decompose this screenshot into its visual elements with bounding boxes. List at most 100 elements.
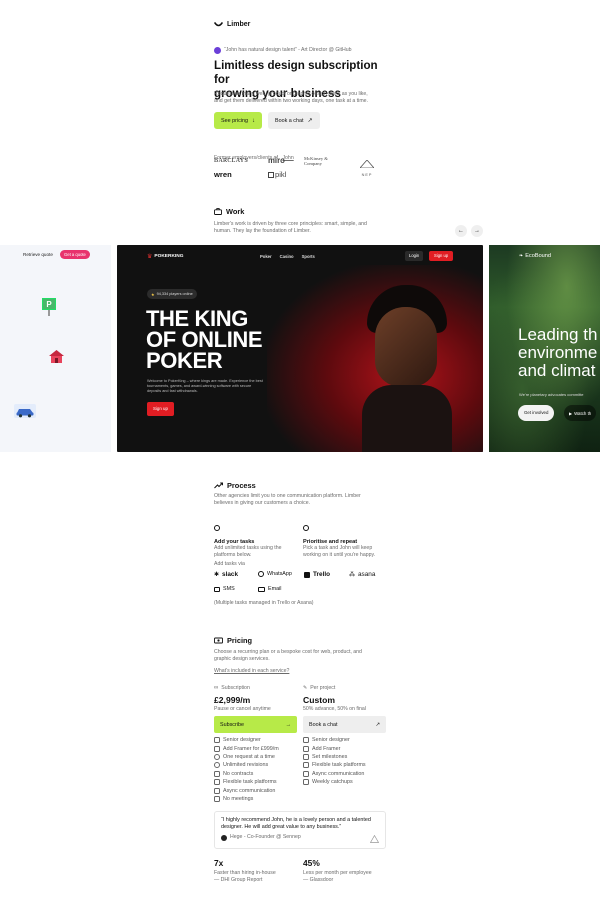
- clock-icon: [214, 525, 220, 531]
- pokerking-body: Welcome to PokerKing – where kings are m…: [147, 379, 263, 394]
- sennep-logo-icon: [370, 835, 379, 843]
- feature-item: Weekly catchups: [303, 778, 389, 786]
- feature-item: Async communication: [303, 770, 389, 778]
- house-illustration-icon: [48, 348, 65, 370]
- infinity-icon: ∞: [214, 685, 219, 691]
- process-step-1: Add your tasks Add unlimited tasks using…: [214, 518, 299, 559]
- eye-icon: [303, 737, 309, 744]
- ecobound-headline: Leading th environme and climat: [518, 325, 598, 380]
- pokerking-portrait: [347, 285, 467, 452]
- tool-slack: ✱ slack: [214, 571, 239, 578]
- logo-wren: wren: [214, 170, 232, 179]
- plan-subscription: ∞ Subscription £2,999/m Pause or cancel …: [214, 685, 298, 713]
- see-pricing-button[interactable]: See pricing ↓: [214, 112, 262, 129]
- feature-item: No contracts: [214, 770, 300, 778]
- subscription-features: Senior designer Add Framer for £999/m On…: [214, 736, 300, 803]
- calendar-icon: [214, 795, 220, 802]
- book-chat-button[interactable]: Book a chat ↗: [267, 112, 320, 129]
- get-involved-button[interactable]: Get involved: [518, 405, 555, 421]
- ecobound-logo[interactable]: ❧ EcoBound: [519, 253, 551, 259]
- plan-per-project: ✎ Per project Custom 50% advance, 50% on…: [303, 685, 387, 713]
- brand-name: Limber: [227, 21, 251, 28]
- external-link-icon: ↗: [375, 721, 380, 728]
- tool-trello: Trello: [304, 571, 330, 578]
- book-chat-pricing-button[interactable]: Book a chat ↗: [303, 716, 386, 733]
- carousel-card-pokerking[interactable]: ♛ POKERKING Poker Casino Sports Login Si…: [117, 245, 483, 452]
- task-platforms: ✱ slack WhatsApp Trello ⁂ asana SMS Emai…: [214, 571, 394, 601]
- money-icon: [214, 637, 223, 644]
- get-quote-button[interactable]: Get a quote: [60, 250, 90, 259]
- process-description: Other agencies limit you to one communic…: [214, 493, 361, 506]
- pikl-mark-icon: [268, 171, 274, 178]
- client-logos: BARCLAYS miro McKinsey & Company NEP wre…: [214, 156, 384, 182]
- feature-item: Set milestones: [303, 753, 389, 761]
- brand[interactable]: Limber: [214, 21, 386, 28]
- pokerking-nav: Poker Casino Sports: [260, 254, 315, 259]
- platforms-note: (Multiple tasks managed in Trello or Asa…: [214, 600, 314, 606]
- pokerking-logo[interactable]: ♛ POKERKING: [147, 253, 183, 260]
- nav-casino[interactable]: Casino: [280, 254, 294, 259]
- async-icon: [214, 787, 220, 794]
- stat-less-per-month: 45% Less per month per employee — Glassd…: [303, 858, 372, 883]
- logo-pikl: pikl: [268, 170, 286, 179]
- pokerking-headline: THE KING OF ONLINE POKER: [146, 306, 263, 373]
- work-description: Limber's work is driven by three core pr…: [214, 221, 367, 234]
- async-icon: [303, 770, 309, 777]
- clock-icon: [214, 753, 220, 760]
- calendar-icon: [303, 779, 309, 786]
- retrieve-quote-link[interactable]: Retrieve quote: [23, 252, 53, 257]
- external-link-icon: ↗: [307, 118, 313, 124]
- watch-button[interactable]: ▶ Watch th: [564, 405, 597, 421]
- trello-icon: [304, 571, 310, 578]
- pokerking-signup-button[interactable]: Sign up: [147, 402, 174, 416]
- carousel-card-insurance[interactable]: Retrieve quote Get a quote P: [0, 245, 111, 452]
- feature-item: Add Framer for £999/m: [214, 744, 300, 752]
- tool-asana: ⁂ asana: [349, 571, 376, 578]
- whats-included-link[interactable]: What's included in each service?: [214, 668, 386, 675]
- crown-icon: ♛: [147, 254, 153, 260]
- tool-email: Email: [258, 586, 281, 592]
- feature-item: Senior designer: [303, 736, 389, 744]
- logo-mckinsey: McKinsey & Company: [304, 156, 328, 167]
- ecobound-sub: We're planetary advocates committe: [519, 392, 584, 397]
- slack-icon: ✱: [214, 572, 220, 578]
- carousel-card-ecobound[interactable]: ❧ EcoBound Leading th environme and clim…: [489, 245, 600, 452]
- add-tasks-via-label: Add tasks via: [214, 561, 245, 567]
- asana-icon: ⁂: [349, 572, 355, 578]
- pokerking-login-button[interactable]: Login: [405, 251, 424, 261]
- logo-nep: NEP: [359, 155, 375, 177]
- whatsapp-icon: [258, 571, 264, 577]
- hero-quote: “John has natural design talent” - Art D…: [214, 47, 414, 54]
- testimonial-card: “I highly recommend John, he is a lovely…: [214, 811, 386, 849]
- pokerking-signup-top-button[interactable]: Sign up: [429, 251, 454, 261]
- eye-icon: [214, 737, 220, 744]
- nav-poker[interactable]: Poker: [260, 254, 272, 259]
- leaf-icon: ❧: [519, 253, 524, 259]
- subscribe-button[interactable]: Subscribe →: [214, 716, 297, 733]
- project-features: Senior designer Add Framer Set milestone…: [303, 736, 389, 786]
- logo-barclays: BARCLAYS: [214, 157, 249, 164]
- sennep-avatar-icon: [221, 834, 227, 841]
- arrow-left-icon: ←: [458, 228, 464, 234]
- carousel-prev-button[interactable]: ←: [455, 225, 467, 237]
- mail-icon: [258, 586, 265, 592]
- feature-item: One request at a time: [214, 753, 300, 761]
- feature-item: No meetings: [214, 795, 300, 803]
- framer-icon: [214, 745, 220, 752]
- star-icon: ★: [151, 291, 155, 297]
- hero-description: Request as many web, product or graphic …: [214, 91, 368, 104]
- feature-item: Flexible task platforms: [303, 761, 389, 769]
- feature-item: Senior designer: [214, 736, 300, 744]
- nep-mark-icon: [359, 159, 375, 169]
- arrow-right-icon: →: [285, 721, 291, 728]
- play-icon: ▶: [569, 410, 573, 416]
- pen-icon: ✎: [303, 685, 308, 691]
- parking-sign-illustration: P: [42, 298, 56, 316]
- briefcase-icon: [214, 208, 222, 215]
- arrow-down-icon: ↓: [251, 117, 255, 124]
- framer-icon: [303, 745, 309, 752]
- tool-sms: SMS: [214, 586, 235, 592]
- carousel-next-button[interactable]: →: [471, 225, 483, 237]
- nav-sports[interactable]: Sports: [302, 254, 315, 259]
- process-step-2: Prioritise and repeat Pick a task and Jo…: [303, 518, 393, 559]
